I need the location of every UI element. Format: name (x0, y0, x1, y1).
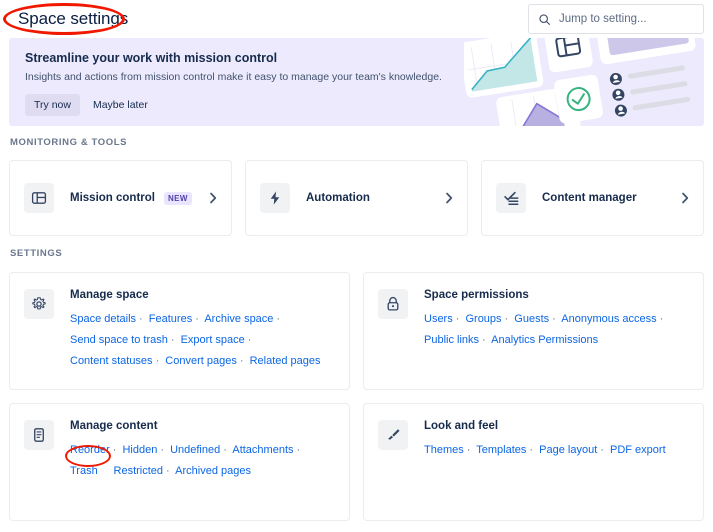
settings-card-manage-space: Manage space Space details· Features· Ar… (9, 272, 350, 390)
paintbrush-icon (378, 420, 408, 450)
link-export-space[interactable]: Export space (181, 334, 245, 346)
link-hidden[interactable]: Hidden (122, 444, 157, 456)
card-links: Reorder· Hidden· Undefined· Attachments·… (70, 440, 335, 482)
link-themes[interactable]: Themes (424, 444, 464, 456)
lightning-bolt-icon (260, 183, 290, 213)
document-icon (24, 420, 54, 450)
link-trash[interactable]: Trash (70, 465, 98, 477)
link-templates[interactable]: Templates (476, 444, 526, 456)
card-links: Users· Groups· Guests· Anonymous access·… (424, 309, 689, 351)
card-links: Space details· Features· Archive space· … (70, 309, 335, 372)
link-groups[interactable]: Groups (465, 313, 501, 325)
banner-content: Streamline your work with mission contro… (9, 38, 704, 116)
link-undefined[interactable]: Undefined (170, 444, 220, 456)
card-title: Look and feel (424, 420, 689, 432)
top-bar: Space settings Jump to setting... (0, 0, 713, 38)
chevron-right-icon (445, 192, 453, 204)
link-row: Trash · Restricted· Archived pages (70, 461, 335, 482)
banner-subtitle: Insights and actions from mission contro… (25, 71, 704, 83)
link-public-links[interactable]: Public links (424, 334, 479, 346)
link-page-layout[interactable]: Page layout (539, 444, 597, 456)
settings-section-label: SETTINGS (0, 248, 713, 259)
new-badge: NEW (164, 192, 192, 205)
checklist-icon (496, 183, 526, 213)
space-settings-page: Space settings Jump to setting... (0, 0, 713, 532)
link-send-space-to-trash[interactable]: Send space to trash (70, 334, 168, 346)
banner-actions: Try now Maybe later (25, 94, 704, 116)
search-input[interactable]: Jump to setting... (528, 4, 704, 34)
settings-card-space-permissions: Space permissions Users· Groups· Guests·… (363, 272, 704, 390)
banner-title: Streamline your work with mission contro… (25, 51, 704, 65)
link-restricted[interactable]: Restricted (114, 465, 164, 477)
tool-label: Mission control (70, 192, 155, 204)
link-row: Send space to trash· Export space· (70, 330, 335, 351)
chevron-right-icon (209, 192, 217, 204)
link-row: Public links· Analytics Permissions (424, 330, 689, 351)
sidebar-layout-icon (24, 183, 54, 213)
gear-icon (24, 289, 54, 319)
link-row: Content statuses· Convert pages· Related… (70, 351, 335, 372)
monitoring-section-label: MONITORING & TOOLS (0, 137, 713, 148)
link-row: Users· Groups· Guests· Anonymous access· (424, 309, 689, 330)
tool-card-content-manager[interactable]: Content manager (481, 160, 704, 236)
settings-grid: Manage space Space details· Features· Ar… (0, 272, 713, 521)
card-links: Themes· Templates· Page layout· PDF expo… (424, 440, 689, 461)
link-row: Themes· Templates· Page layout· PDF expo… (424, 440, 689, 461)
link-archive-space[interactable]: Archive space (204, 313, 273, 325)
tools-row: Mission control NEW Automation (0, 160, 713, 236)
try-now-button[interactable]: Try now (25, 94, 80, 116)
link-row: Space details· Features· Archive space· (70, 309, 335, 330)
chevron-right-icon (681, 192, 689, 204)
tool-label: Content manager (542, 192, 637, 204)
link-users[interactable]: Users (424, 313, 453, 325)
settings-card-look-and-feel: Look and feel Themes· Templates· Page la… (363, 403, 704, 521)
link-pdf-export[interactable]: PDF export (610, 444, 666, 456)
link-reorder[interactable]: Reorder (70, 444, 110, 456)
link-convert-pages[interactable]: Convert pages (165, 355, 237, 367)
link-related-pages[interactable]: Related pages (250, 355, 321, 367)
mission-control-banner: Streamline your work with mission contro… (9, 38, 704, 126)
link-guests[interactable]: Guests (514, 313, 549, 325)
link-analytics-permissions[interactable]: Analytics Permissions (491, 334, 598, 346)
link-attachments[interactable]: Attachments (232, 444, 293, 456)
card-title: Manage content (70, 420, 335, 432)
link-features[interactable]: Features (149, 313, 192, 325)
lock-icon (378, 289, 408, 319)
card-title: Manage space (70, 289, 335, 301)
card-title: Space permissions (424, 289, 689, 301)
search-placeholder: Jump to setting... (559, 13, 647, 25)
tool-card-automation[interactable]: Automation (245, 160, 468, 236)
tool-label: Automation (306, 192, 370, 204)
link-archived-pages[interactable]: Archived pages (175, 465, 251, 477)
settings-card-manage-content: Manage content Reorder· Hidden· Undefine… (9, 403, 350, 521)
link-anonymous-access[interactable]: Anonymous access (561, 313, 656, 325)
link-space-details[interactable]: Space details (70, 313, 136, 325)
page-title: Space settings (10, 9, 128, 29)
search-icon (538, 13, 551, 26)
tool-card-mission-control[interactable]: Mission control NEW (9, 160, 232, 236)
maybe-later-button[interactable]: Maybe later (84, 94, 157, 116)
link-row: Reorder· Hidden· Undefined· Attachments· (70, 440, 335, 461)
link-content-statuses[interactable]: Content statuses (70, 355, 153, 367)
